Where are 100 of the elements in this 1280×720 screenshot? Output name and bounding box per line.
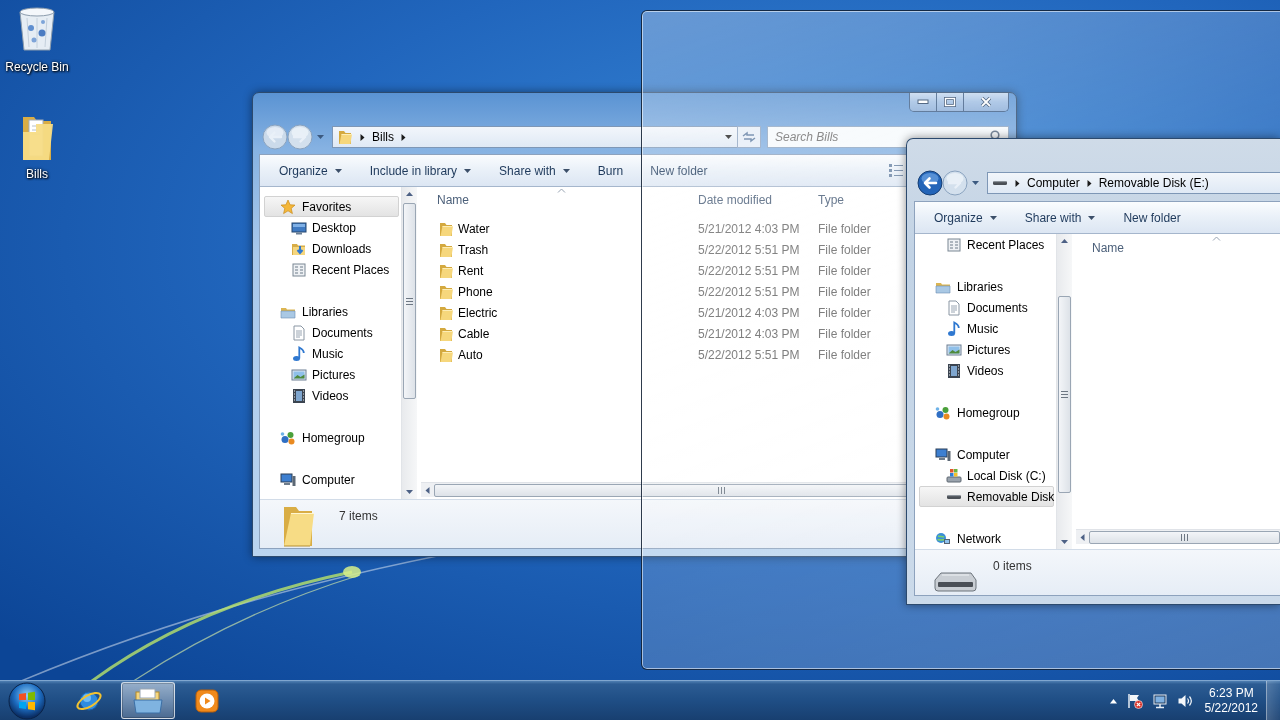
desktop-icon[interactable]: Recycle Bin <box>0 6 74 74</box>
toolbar-button[interactable]: Share with <box>489 158 582 183</box>
nav-item[interactable]: Computer <box>264 469 399 490</box>
address-bar[interactable]: Bills <box>332 126 738 148</box>
colored-orbs-icon <box>935 404 951 421</box>
breadcrumb-arrow-icon[interactable] <box>400 132 407 142</box>
caret-icon[interactable] <box>463 167 473 174</box>
toolbar-button[interactable]: New folder <box>640 158 719 183</box>
folder-item[interactable]: Phone <box>438 283 493 300</box>
history-caret-icon[interactable] <box>316 134 325 140</box>
folder-icon <box>438 283 454 300</box>
nav-item[interactable]: Videos <box>919 360 1054 381</box>
folder-item[interactable]: Water <box>438 220 490 237</box>
film-icon <box>946 362 962 379</box>
column-header[interactable]: Name <box>431 189 691 210</box>
nav-item[interactable]: Recent Places <box>919 234 1054 255</box>
scroll-left-arrow-icon[interactable] <box>1079 532 1086 542</box>
toolbar-button[interactable]: Share with <box>1014 205 1108 230</box>
nav-item[interactable]: Documents <box>919 297 1054 318</box>
folder-icon <box>438 241 454 258</box>
history-caret-icon[interactable] <box>971 180 980 186</box>
nav-item[interactable]: Homegroup <box>919 402 1054 423</box>
date-modified-text: 5/21/2012 4:03 PM <box>698 305 800 320</box>
folder-item[interactable]: Rent <box>438 262 484 279</box>
film-icon <box>291 387 307 404</box>
breadcrumb[interactable]: Computer <box>1027 176 1080 190</box>
item-count: 7 items <box>339 509 378 523</box>
column-header[interactable]: Type <box>811 189 901 210</box>
address-bar[interactable]: Computer Removable Disk (E:) <box>987 172 1280 194</box>
show-desktop-button[interactable] <box>1266 681 1280 720</box>
network-icon[interactable] <box>1151 692 1168 709</box>
toolbar-button[interactable]: Organize <box>924 205 1009 230</box>
page-grid-icon <box>946 236 962 253</box>
nav-item[interactable]: Computer <box>919 444 1054 465</box>
clock-time[interactable]: 6:23 PM <box>1208 685 1254 701</box>
picture-icon <box>946 341 962 358</box>
nav-item[interactable]: Recent Places <box>264 259 399 280</box>
vertical-scrollbar[interactable] <box>401 187 417 499</box>
breadcrumb-arrow-icon[interactable] <box>359 132 366 142</box>
file-type-text: File folder <box>818 347 871 362</box>
speaker-icon[interactable] <box>1176 692 1193 709</box>
column-header[interactable]: Name <box>1086 237 1274 258</box>
nav-item[interactable]: Documents <box>264 322 399 343</box>
breadcrumb-arrow-icon[interactable] <box>1014 178 1021 188</box>
breadcrumb-arrow-icon[interactable] <box>1085 178 1093 188</box>
nav-item[interactable]: Music <box>264 343 399 364</box>
breadcrumb[interactable]: Removable Disk (E:) <box>1098 176 1209 190</box>
minimize-button[interactable] <box>910 93 936 111</box>
flag-icon[interactable] <box>1126 692 1143 709</box>
close-button[interactable] <box>963 93 1008 111</box>
nav-item[interactable]: Favorites <box>264 196 399 217</box>
toolbar-button[interactable]: New folder <box>1113 205 1192 230</box>
taskbar-button[interactable] <box>121 682 175 719</box>
scroll-thumb[interactable] <box>403 203 416 399</box>
globe-computer-icon <box>935 530 951 547</box>
nav-item[interactable]: Libraries <box>919 276 1054 297</box>
tray-caret-icon[interactable] <box>1108 697 1118 704</box>
music-note-icon <box>291 345 307 362</box>
clock-date[interactable]: 5/22/2012 <box>1204 700 1258 716</box>
folder-item[interactable]: Auto <box>438 346 483 363</box>
caret-icon[interactable] <box>1087 214 1097 221</box>
nav-item[interactable]: Downloads <box>264 238 399 259</box>
nav-item[interactable]: Removable Disk <box>919 486 1054 507</box>
hard-drive-icon <box>946 467 962 484</box>
nav-item[interactable]: Desktop <box>264 217 399 238</box>
maximize-icon <box>944 97 956 107</box>
desktop-icon[interactable]: Bills <box>0 114 74 181</box>
nav-item[interactable]: Pictures <box>264 364 399 385</box>
scroll-left-arrow-icon[interactable] <box>424 485 431 495</box>
nav-item[interactable]: Homegroup <box>264 427 399 448</box>
nav-item[interactable]: Local Disk (C:) <box>919 465 1054 486</box>
date-modified-text: 5/22/2012 5:51 PM <box>698 263 800 278</box>
toolbar-button[interactable]: Organize <box>269 158 354 183</box>
nav-item[interactable]: Pictures <box>919 339 1054 360</box>
scroll-thumb[interactable] <box>1058 296 1071 493</box>
column-header[interactable]: Date modified <box>691 189 811 210</box>
nav-item[interactable]: Libraries <box>264 301 399 322</box>
drive-icon <box>992 180 1008 186</box>
start-orb-icon[interactable] <box>7 681 47 720</box>
nav-item[interactable]: Network <box>919 528 1054 549</box>
address-caret-icon[interactable] <box>724 134 733 140</box>
folder-item[interactable]: Trash <box>438 241 489 258</box>
maximize-button[interactable] <box>936 93 963 111</box>
caret-icon[interactable] <box>333 167 343 174</box>
date-modified-text: 5/21/2012 4:03 PM <box>698 221 800 236</box>
music-note-icon <box>946 320 962 337</box>
folder-item[interactable]: Cable <box>438 325 490 342</box>
folder-icon <box>20 114 54 162</box>
toolbar-button[interactable]: Burn <box>587 158 635 183</box>
nav-item[interactable]: Videos <box>264 385 399 406</box>
folder-item[interactable]: Electric <box>438 304 498 321</box>
folder-icon <box>438 346 454 363</box>
caret-icon[interactable] <box>561 167 571 174</box>
toolbar-button[interactable]: Include in library <box>359 158 484 183</box>
caret-icon[interactable] <box>988 214 998 221</box>
document-icon <box>291 324 307 341</box>
view-options-icon[interactable] <box>888 163 904 178</box>
breadcrumb[interactable]: Bills <box>372 130 394 144</box>
nav-item[interactable]: Music <box>919 318 1054 339</box>
vertical-scrollbar[interactable] <box>1056 234 1072 549</box>
